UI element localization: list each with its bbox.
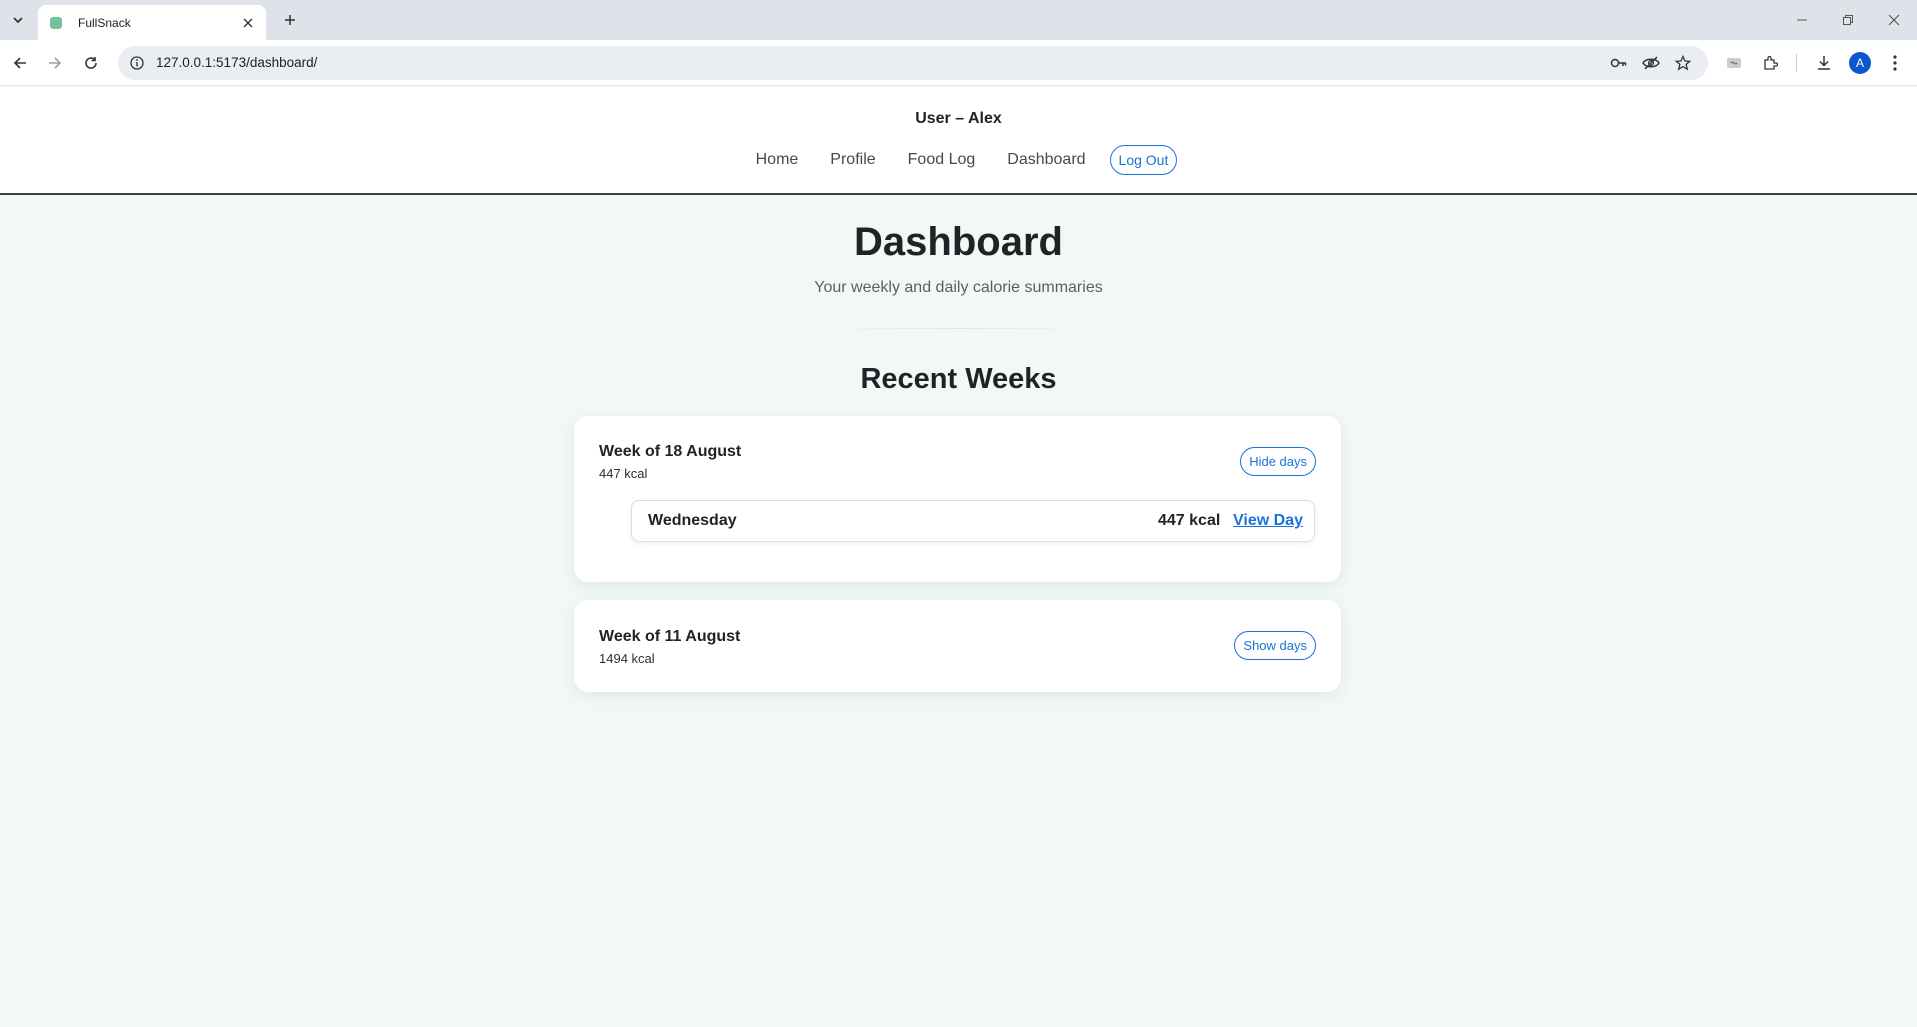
reload-button[interactable] — [80, 52, 102, 74]
minimize-button[interactable] — [1790, 8, 1814, 32]
site-info-icon[interactable] — [128, 54, 146, 72]
key-icon[interactable] — [1610, 54, 1628, 72]
star-icon[interactable] — [1674, 54, 1692, 72]
restore-button[interactable] — [1836, 8, 1860, 32]
tab-close-button[interactable] — [240, 15, 256, 31]
browser-tab-active[interactable]: FullSnack — [38, 5, 266, 40]
nav-dashboard-link[interactable]: Dashboard — [1007, 151, 1085, 169]
forward-button[interactable] — [44, 52, 66, 74]
main-nav: Home Profile Food Log Dashboard Log Out — [0, 145, 1917, 175]
extension-pinned-icon[interactable] — [1723, 52, 1745, 74]
week-kcal: 447 kcal — [599, 466, 648, 481]
nav-home-link[interactable]: Home — [756, 151, 799, 169]
week-card: Week of 18 August 447 kcal Hide days Wed… — [574, 416, 1341, 582]
week-title: Week of 11 August — [599, 628, 741, 645]
downloads-icon[interactable] — [1813, 52, 1835, 74]
url-text[interactable]: 127.0.0.1:5173/dashboard/ — [156, 55, 317, 70]
restore-icon — [1843, 15, 1853, 25]
week-card: Week of 11 August 1494 kcal Show days — [574, 600, 1341, 692]
minimize-icon — [1797, 19, 1807, 21]
day-row: Wednesday 447 kcal View Day — [631, 500, 1315, 542]
nav-food-log-link[interactable]: Food Log — [908, 151, 976, 169]
show-days-button[interactable]: Show days — [1234, 631, 1316, 660]
menu-kebab-icon[interactable] — [1884, 52, 1906, 74]
close-icon — [243, 18, 253, 27]
favicon-icon — [50, 16, 62, 29]
page-title: Dashboard — [854, 220, 1063, 264]
address-bar[interactable]: 127.0.0.1:5173/dashboard/ — [118, 46, 1708, 80]
browser-tabstrip: FullSnack — [0, 0, 1917, 40]
section-title: Recent Weeks — [860, 363, 1057, 395]
hide-days-button[interactable]: Hide days — [1240, 447, 1316, 476]
extensions-icon[interactable] — [1759, 52, 1781, 74]
back-button[interactable] — [9, 52, 31, 74]
week-title: Week of 18 August — [599, 443, 742, 460]
reload-icon — [85, 57, 97, 69]
browser-toolbar: 127.0.0.1:5173/dashboard/ A — [0, 40, 1917, 86]
eye-off-icon[interactable] — [1642, 54, 1660, 72]
page-subtitle: Your weekly and daily calorie summaries — [814, 279, 1103, 296]
arrow-right-icon — [49, 57, 62, 69]
new-tab-button[interactable] — [280, 10, 300, 30]
plus-icon — [285, 15, 295, 25]
chevron-down-icon — [13, 17, 23, 24]
tab-search-button[interactable] — [8, 10, 28, 30]
close-window-button[interactable] — [1882, 8, 1906, 32]
tab-title: FullSnack — [78, 15, 131, 30]
week-kcal: 1494 kcal — [599, 651, 655, 666]
day-kcal: 447 kcal — [1158, 512, 1221, 529]
toolbar-divider — [1796, 54, 1797, 72]
close-icon — [1888, 14, 1900, 26]
day-name: Wednesday — [648, 512, 737, 529]
arrow-left-icon — [13, 57, 26, 69]
nav-profile-link[interactable]: Profile — [830, 151, 875, 169]
user-title: User – Alex — [915, 110, 1002, 127]
view-day-link[interactable]: View Day — [1233, 512, 1303, 530]
site-header: User – Alex Home Profile Food Log Dashbo… — [0, 87, 1917, 195]
profile-avatar[interactable]: A — [1849, 52, 1871, 74]
section-divider — [818, 328, 1098, 329]
logout-button[interactable]: Log Out — [1109, 145, 1178, 175]
